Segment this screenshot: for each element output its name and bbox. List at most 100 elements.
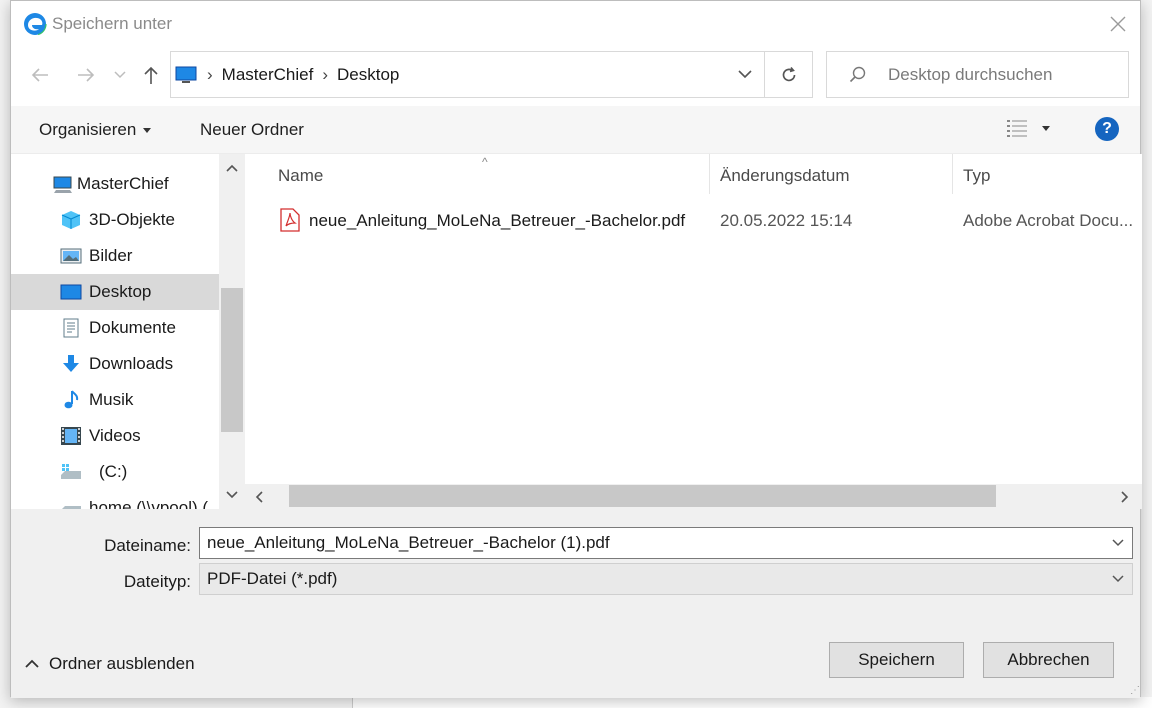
close-button[interactable] [1103,9,1133,39]
column-header-type[interactable]: Typ [963,154,990,198]
breadcrumb-item[interactable]: Desktop [337,65,399,85]
up-button[interactable] [137,61,165,89]
details-view-icon [1007,120,1027,137]
breadcrumb-item[interactable]: MasterChief [222,65,314,85]
nav-item-label: Bilder [89,246,133,265]
background-document [352,697,1152,708]
filetype-value[interactable]: PDF-Datei (*.pdf) [207,569,337,589]
chevron-right-icon[interactable] [1121,491,1129,503]
3d-objects-icon [61,211,81,229]
navigation-pane: MasterChief 3D-Objekte Bilder Desktop Do… [11,154,245,509]
cancel-button[interactable]: Abbrechen [983,642,1114,678]
recent-locations-button[interactable] [111,61,129,89]
address-bar[interactable]: › MasterChief › Desktop [170,51,813,98]
music-icon [64,390,79,409]
back-button[interactable] [25,61,55,89]
nav-item-label: home (\\vpool) ( [89,498,209,509]
file-row[interactable]: neue_Anleitung_MoLeNa_Betreuer_-Bachelor… [245,202,1142,238]
nav-item-label: Videos [89,426,141,445]
column-header-date[interactable]: Änderungsdatum [720,154,849,198]
address-dropdown-button[interactable] [725,51,765,98]
chevron-down-icon [114,71,126,79]
caret-down-icon [143,127,152,133]
network-drive-icon [62,506,81,509]
nav-item-videos[interactable]: Videos [11,418,219,454]
drive-icon [61,464,81,479]
nav-item-music[interactable]: Musik [11,382,219,418]
filename-value[interactable]: neue_Anleitung_MoLeNa_Betreuer_-Bachelor… [207,533,610,553]
refresh-icon [782,66,796,81]
command-toolbar: Organisieren Neuer Ordner ? [11,106,1140,154]
save-label: Speichern [858,650,935,669]
arrow-up-icon [144,66,158,84]
sort-ascending-icon: ^ [482,155,488,169]
arrow-left-icon [31,68,48,82]
videos-icon [61,427,81,445]
forward-button[interactable] [71,61,101,89]
breadcrumb-separator: › [207,64,213,84]
search-icon [849,66,866,82]
save-button[interactable]: Speichern [829,642,964,678]
documents-icon [63,318,79,338]
pictures-icon [60,248,82,264]
desktop-icon [60,284,82,300]
chevron-up-icon[interactable] [226,164,238,172]
caret-down-icon [1042,125,1050,131]
chevron-up-icon [25,659,39,668]
chevron-down-icon[interactable] [226,491,238,499]
nav-item-masterchief[interactable]: MasterChief [11,166,219,202]
nav-item-label: Desktop [89,282,152,301]
file-list: ^ Name Änderungsdatum Typ neue_Anleitung… [245,154,1142,509]
save-as-dialog: Speichern unter › MasterChief › Desktop … [10,0,1142,698]
dialog-title: Speichern unter [52,14,173,33]
nav-item-drive-c[interactable]: (C:) [11,454,219,490]
computer-icon [53,176,72,193]
scrollbar-thumb[interactable] [221,288,243,432]
nav-item-network-drive[interactable]: home (\\vpool) ( [11,490,219,509]
filename-label: Dateiname: [104,536,191,555]
chevron-down-icon[interactable] [1112,575,1124,583]
nav-item-label: Musik [89,390,134,409]
nav-item-label: Downloads [89,354,174,373]
breadcrumb-separator: › [322,64,328,84]
search-input[interactable]: Desktop durchsuchen [888,65,1052,85]
nav-item-label: 3D-Objekte [89,210,175,229]
column-header-name[interactable]: Name [278,154,323,198]
new-folder-button[interactable]: Neuer Ordner [200,120,304,140]
file-name[interactable]: neue_Anleitung_MoLeNa_Betreuer_-Bachelor… [309,211,704,231]
nav-item-label: MasterChief [77,174,169,193]
new-folder-label: Neuer Ordner [200,120,304,139]
nav-item-label: (C:) [99,462,128,481]
column-divider[interactable] [709,154,710,194]
downloads-icon [63,355,79,372]
nav-pane-scrollbar[interactable] [219,154,245,509]
nav-item-pictures[interactable]: Bilder [11,238,219,274]
view-options-button[interactable] [1006,118,1050,138]
file-date: 20.05.2022 15:14 [720,211,853,230]
filetype-select[interactable]: PDF-Datei (*.pdf) [199,563,1133,595]
filename-input[interactable]: neue_Anleitung_MoLeNa_Betreuer_-Bachelor… [199,527,1133,559]
organize-menu-button[interactable]: Organisieren [39,120,152,140]
search-box[interactable]: Desktop durchsuchen [826,51,1129,98]
scrollbar-thumb[interactable] [289,485,996,507]
help-icon: ? [1102,120,1112,137]
nav-item-downloads[interactable]: Downloads [11,346,219,382]
resize-grip-icon[interactable]: ⋰ [1130,685,1140,696]
column-divider[interactable] [952,154,953,194]
help-button[interactable]: ? [1095,117,1119,141]
chevron-down-icon[interactable] [1112,539,1124,547]
nav-item-desktop[interactable]: Desktop [11,274,219,310]
title-bar: Speichern unter [11,1,1140,47]
nav-item-documents[interactable]: Dokumente [11,310,219,346]
nav-item-label: Dokumente [89,318,176,337]
refresh-button[interactable] [764,51,813,98]
file-type: Adobe Acrobat Docu... [963,211,1134,230]
hide-folders-toggle[interactable]: Ordner ausblenden [25,654,195,674]
file-list-hscrollbar[interactable] [245,484,1142,509]
arrow-right-icon [78,68,95,82]
chevron-down-icon [738,70,752,79]
cancel-label: Abbrechen [1007,650,1090,669]
save-form: Dateiname: neue_Anleitung_MoLeNa_Betreue… [11,509,1140,698]
nav-item-3d-objects[interactable]: 3D-Objekte [11,202,219,238]
chevron-left-icon[interactable] [255,491,263,503]
